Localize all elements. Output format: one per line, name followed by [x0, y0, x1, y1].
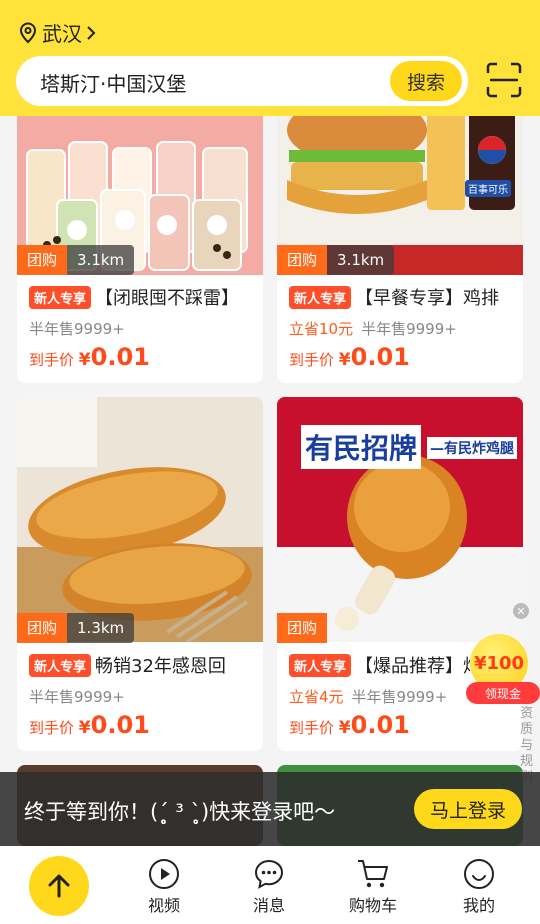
location-pin-icon [19, 21, 37, 43]
groupbuy-tag: 团购 [277, 245, 328, 275]
nav-item-cart[interactable]: 购物车 [338, 858, 408, 916]
price-label: 到手价 [29, 351, 75, 369]
nav-item-messages[interactable]: 消息 [234, 858, 304, 916]
coupon-label[interactable]: 领现金 [466, 682, 540, 704]
arrow-up-icon [48, 874, 70, 898]
product-title: 【闭眼囤不踩雷】 [95, 288, 240, 309]
top-header: 武汉 塔斯汀·中国汉堡 搜索 [0, 0, 540, 116]
smiley-icon [464, 859, 494, 889]
new-user-badge: 新人专享 [29, 285, 92, 309]
sales-row: 半年售9999+ [29, 318, 125, 339]
price-label: 到手价 [289, 351, 335, 369]
login-button[interactable]: 马上登录 [414, 789, 522, 829]
distance-tag: 3.1km [67, 245, 135, 275]
shopping-cart-icon [358, 860, 388, 888]
search-input[interactable]: 塔斯汀·中国汉堡 [40, 68, 186, 97]
product-title-row: 新人专享 畅销32年感恩回 [29, 652, 226, 678]
price-label: 到手价 [289, 719, 335, 737]
nav-label: 消息 [252, 896, 285, 915]
currency-symbol: ¥ [78, 718, 91, 738]
back-to-top-button[interactable] [29, 856, 89, 916]
price-row: 到手价 ¥0.01 [289, 711, 410, 739]
tag-row: 团购 3.1km [277, 245, 395, 275]
product-title: 【爆品推荐】炸 [355, 656, 482, 677]
poster-subtitle: —有民炸鸡腿 [427, 437, 517, 459]
nav-item-video[interactable]: 视频 [129, 858, 199, 916]
sales-row: 半年售9999+ [29, 686, 125, 707]
price-row: 到手价 ¥0.01 [29, 343, 150, 371]
product-image-chicken: 有民招牌 —有民炸鸡腿 [277, 397, 523, 642]
product-title-row: 新人专享 【爆品推荐】炸 [289, 652, 481, 678]
price-row: 到手价 ¥0.01 [29, 711, 150, 739]
bottom-nav: 视频 消息 购物车 我的 [0, 846, 540, 924]
nav-label: 购物车 [348, 896, 397, 915]
currency-symbol: ¥ [338, 350, 351, 370]
price-label: 到手价 [29, 719, 75, 737]
location-label: 武汉 [42, 22, 82, 46]
new-user-badge: 新人专享 [289, 653, 352, 677]
sales-count: 半年售9999+ [361, 320, 457, 338]
login-banner: 终于等到你！(ˊ̥̥̥̥̥ ³ ˋ̥̥̥̥̥)快来登录吧～ 马上登录 [0, 772, 540, 846]
product-title: 畅销32年感恩回 [95, 656, 226, 677]
groupbuy-tag: 团购 [17, 245, 68, 275]
chat-icon [254, 859, 284, 889]
sales-count: 半年售9999+ [29, 688, 125, 706]
saving-amount: 立省10元 [289, 320, 354, 338]
currency-symbol: ¥ [338, 718, 351, 738]
login-prompt: 终于等到你！(ˊ̥̥̥̥̥ ³ ˋ̥̥̥̥̥)快来登录吧～ [24, 800, 336, 824]
search-bar[interactable]: 塔斯汀·中国汉堡 搜索 [16, 56, 468, 106]
poster-title: 有民招牌 [301, 425, 422, 469]
sales-count: 半年售9999+ [351, 688, 448, 706]
product-card[interactable]: 团购 1.3km 新人专享 畅销32年感恩回 半年售9999+ 到手价 ¥0.0… [17, 397, 263, 751]
play-icon [149, 859, 179, 889]
groupbuy-tag: 团购 [277, 613, 328, 643]
price-value: 0.01 [350, 343, 410, 371]
sales-row: 立省10元 半年售9999+ [289, 318, 457, 339]
distance-tag: 1.3km [67, 613, 135, 643]
sales-row: 立省4元 半年售9999+ [289, 686, 447, 707]
product-title-row: 新人专享 【闭眼囤不踩雷】 [29, 284, 239, 310]
scan-icon[interactable] [486, 62, 522, 98]
new-user-badge: 新人专享 [289, 285, 352, 309]
distance-tag: 3.1km [327, 245, 395, 275]
product-image-bread [17, 397, 263, 642]
price-value: 0.01 [350, 711, 410, 739]
location-selector[interactable]: 武汉 [18, 18, 100, 47]
sales-count: 半年售9999+ [29, 320, 125, 338]
tag-row: 团购 1.3km [17, 613, 135, 643]
groupbuy-tag: 团购 [17, 613, 68, 643]
nav-label: 我的 [462, 896, 495, 915]
price-row: 到手价 ¥0.01 [289, 343, 410, 371]
tag-row: 团购 3.1km [17, 245, 135, 275]
price-value: 0.01 [90, 343, 150, 371]
currency-symbol: ¥ [78, 350, 91, 370]
nav-label: 视频 [147, 896, 180, 915]
saving-amount: 立省4元 [289, 688, 344, 706]
pepsi-label: 百事可乐 [465, 180, 511, 197]
price-value: 0.01 [90, 711, 150, 739]
close-icon[interactable]: ✕ [513, 603, 529, 619]
tag-row: 团购 [277, 613, 328, 643]
product-title: 【早餐专享】鸡排 [355, 288, 500, 309]
product-title-row: 新人专享 【早餐专享】鸡排 [289, 284, 499, 310]
new-user-badge: 新人专享 [29, 653, 92, 677]
chevron-right-icon [87, 25, 96, 40]
nav-item-profile[interactable]: 我的 [444, 858, 514, 916]
search-button[interactable]: 搜索 [390, 61, 462, 101]
